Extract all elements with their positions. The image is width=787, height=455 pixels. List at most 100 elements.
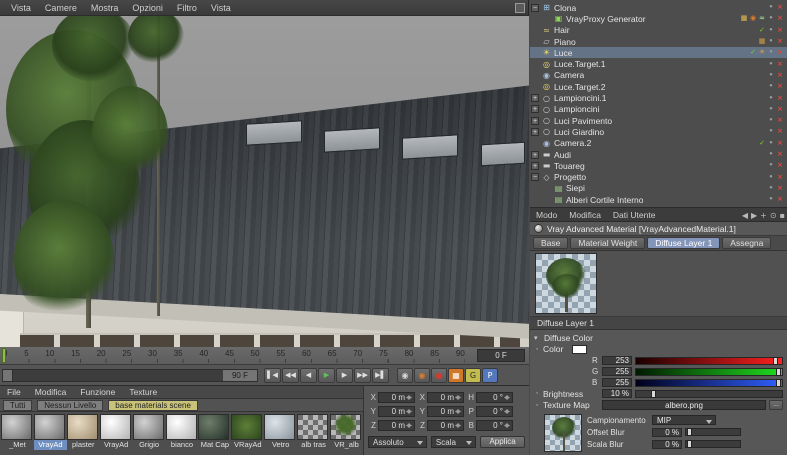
animation-dot-icon[interactable]: ◦	[534, 390, 540, 397]
object-tag-icon[interactable]: ◉	[749, 14, 757, 23]
material-thumbnail[interactable]	[99, 414, 131, 440]
object-tag-icon[interactable]: •	[767, 195, 775, 204]
channel-value-field[interactable]: 253	[602, 356, 632, 365]
viewport-menu-item[interactable]: Vista	[4, 3, 38, 13]
offset-blur-slider[interactable]	[685, 428, 741, 436]
object-tag-icon[interactable]: ×	[776, 173, 784, 182]
rotation-field[interactable]: 0 °	[476, 405, 513, 417]
scale-blur-field[interactable]: 0 %	[652, 439, 682, 449]
material-item[interactable]: Vetro	[264, 414, 297, 450]
expand-toggle-icon[interactable]: +	[531, 127, 539, 136]
object-tag-icon[interactable]: ×	[776, 139, 784, 148]
object-row[interactable]: ◉ Camera • ×	[530, 70, 787, 81]
object-tag-icons[interactable]: • ×	[767, 116, 784, 125]
object-label[interactable]: Luce.Target.1	[554, 59, 606, 69]
object-tag-icons[interactable]: ▦ ◉ ≈ • ×	[740, 14, 784, 23]
slider-handle[interactable]	[687, 428, 693, 436]
rotation-field[interactable]: 0 °	[476, 419, 513, 431]
object-tag-icon[interactable]: •	[767, 48, 775, 57]
object-tag-icon[interactable]: ✓	[758, 139, 766, 148]
material-thumbnail[interactable]	[66, 414, 98, 440]
material-channel-tab[interactable]: Material Weight	[570, 237, 646, 249]
material-menu-item[interactable]: File	[0, 387, 28, 397]
object-tag-icons[interactable]: • ×	[767, 3, 784, 12]
object-row[interactable]: ☀ Luce ✓ ☀ • ×	[530, 47, 787, 59]
object-tag-icon[interactable]: ×	[776, 37, 784, 46]
material-menu-item[interactable]: Modifica	[28, 387, 74, 397]
object-tag-icons[interactable]: • ×	[767, 71, 784, 80]
material-item[interactable]: VrayAd	[33, 414, 67, 450]
object-tag-icon[interactable]: •	[767, 139, 775, 148]
scale-field[interactable]: 0 m	[427, 391, 464, 403]
object-tag-icon[interactable]: •	[767, 71, 775, 80]
material-thumbnail[interactable]	[330, 414, 362, 440]
scale-mode-dropdown[interactable]: Scala	[430, 436, 477, 448]
object-tag-icon[interactable]: •	[767, 116, 775, 125]
goal-icon[interactable]: G	[465, 367, 481, 383]
animation-dot-icon[interactable]: ◦	[534, 346, 540, 353]
parent-icon[interactable]: P	[482, 367, 498, 383]
material-thumbnail[interactable]	[1, 414, 32, 440]
goto-start-icon[interactable]: ▌◀	[264, 367, 281, 383]
object-tag-icon[interactable]: ×	[776, 26, 784, 35]
material-item[interactable]: alb tras	[297, 414, 330, 450]
expand-toggle-icon[interactable]: −	[531, 173, 539, 182]
object-label[interactable]: Luci Pavimento	[554, 116, 612, 126]
position-field[interactable]: 0 m	[378, 405, 415, 417]
range-end-handle[interactable]: 90 F	[223, 369, 257, 381]
viewport-menu-item[interactable]: Mostra	[84, 3, 126, 13]
attribute-menu-item[interactable]: Modo	[530, 210, 563, 220]
object-row[interactable]: + ○ Lampioncini • ×	[530, 104, 787, 115]
next-frame-icon[interactable]: ▶	[336, 367, 353, 383]
object-tag-icons[interactable]: • ×	[767, 195, 784, 204]
material-item[interactable]: VrayAd	[99, 414, 133, 450]
object-tag-icon[interactable]: •	[767, 173, 775, 182]
object-tag-icons[interactable]: • ×	[767, 60, 784, 69]
channel-value-field[interactable]: 255	[602, 378, 632, 387]
expand-toggle-icon[interactable]: +	[531, 94, 539, 103]
keyframe-grid-icon[interactable]: ▦	[448, 367, 464, 383]
object-tag-icon[interactable]: ▦	[758, 37, 766, 46]
object-tag-icon[interactable]: ×	[776, 116, 784, 125]
material-menu-item[interactable]: Funzione	[73, 387, 122, 397]
record-icon[interactable]: ●	[431, 367, 447, 383]
object-tag-icon[interactable]: •	[767, 105, 775, 114]
object-tag-icon[interactable]: ×	[776, 14, 784, 23]
current-frame-marker[interactable]	[2, 348, 6, 363]
channel-slider[interactable]	[635, 378, 783, 387]
material-thumbnail[interactable]	[297, 414, 329, 440]
material-thumbnail[interactable]	[198, 414, 230, 440]
object-label[interactable]: Luce.Target.2	[554, 82, 606, 92]
prev-frame-icon[interactable]: ◀	[300, 367, 317, 383]
object-tag-icon[interactable]: ☀	[758, 48, 766, 57]
object-label[interactable]: Piano	[554, 37, 576, 47]
material-item[interactable]: bianco	[165, 414, 199, 450]
object-label[interactable]: Progetto	[554, 172, 586, 182]
object-tag-icon[interactable]: ×	[776, 3, 784, 12]
scale-blur-slider[interactable]	[685, 440, 741, 448]
material-channel-tab[interactable]: Diffuse Layer 1	[647, 237, 721, 249]
object-tag-icon[interactable]: •	[767, 60, 775, 69]
object-row[interactable]: ◎ Luce.Target.1 • ×	[530, 58, 787, 69]
object-tag-icon[interactable]: •	[767, 94, 775, 103]
object-label[interactable]: Luci Giardino	[554, 127, 604, 137]
next-key-icon[interactable]: ▶▶	[354, 367, 371, 383]
pin-icon[interactable]: +	[760, 211, 767, 220]
object-tag-icon[interactable]: ×	[776, 127, 784, 136]
object-label[interactable]: Audi	[554, 150, 571, 160]
object-label[interactable]: Lampioncini	[554, 104, 599, 114]
object-label[interactable]: Camera.2	[554, 138, 591, 148]
object-tag-icons[interactable]: • ×	[767, 105, 784, 114]
object-tag-icon[interactable]: ×	[776, 94, 784, 103]
color-swatch[interactable]	[572, 344, 588, 354]
collapse-arrow-icon[interactable]: ▾	[534, 334, 541, 342]
object-tag-icons[interactable]: • ×	[767, 94, 784, 103]
search-icon[interactable]: ⊙	[770, 211, 777, 220]
viewport-menu-item[interactable]: Vista	[204, 3, 238, 13]
expand-toggle-icon[interactable]: +	[531, 161, 539, 170]
material-preview[interactable]	[535, 253, 597, 314]
material-thumbnail[interactable]	[33, 414, 65, 440]
material-channel-tab[interactable]: Assegna	[722, 237, 772, 249]
channel-value-field[interactable]: 255	[602, 367, 632, 376]
expand-toggle-icon[interactable]: +	[531, 116, 539, 125]
